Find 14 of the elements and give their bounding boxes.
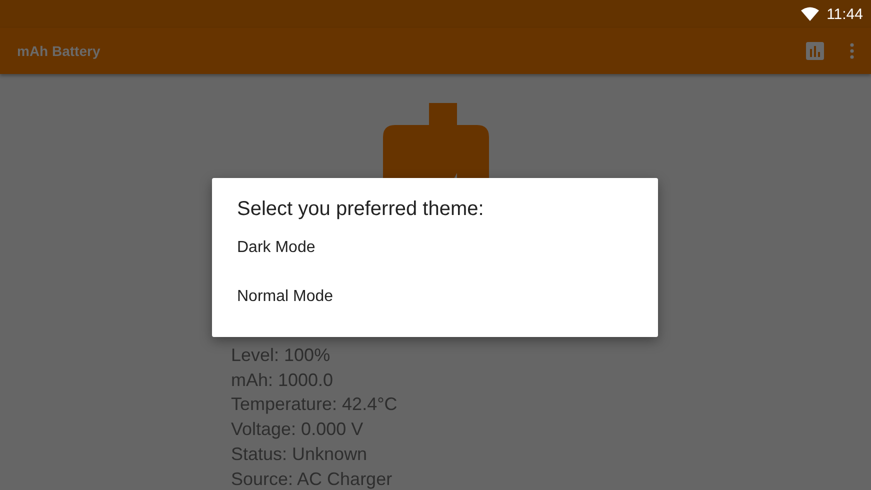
battery-info-text: mAh: 1000.0 — [231, 368, 334, 392]
battery-info-text: Temperature: 42.4°C — [231, 393, 398, 416]
battery-info-text: Source: AC Charger — [231, 468, 394, 490]
theme-option[interactable]: Dark Mode — [237, 239, 633, 288]
battery-info-text: Status: Unknown — [231, 442, 368, 466]
battery-info-text: Level: 100% — [231, 344, 332, 367]
clock-time: 11:44 — [826, 6, 863, 22]
dialog-title: Select you preferred theme: — [237, 198, 485, 221]
battery-info-text: Voltage: 0.000 V — [231, 418, 364, 442]
app-title: mAh Battery — [17, 43, 102, 59]
wifi-icon — [800, 7, 819, 21]
theme-option[interactable]: Normal Mode — [237, 288, 633, 337]
more-options-icon[interactable] — [850, 43, 854, 59]
bar-chart-icon[interactable] — [806, 42, 824, 60]
